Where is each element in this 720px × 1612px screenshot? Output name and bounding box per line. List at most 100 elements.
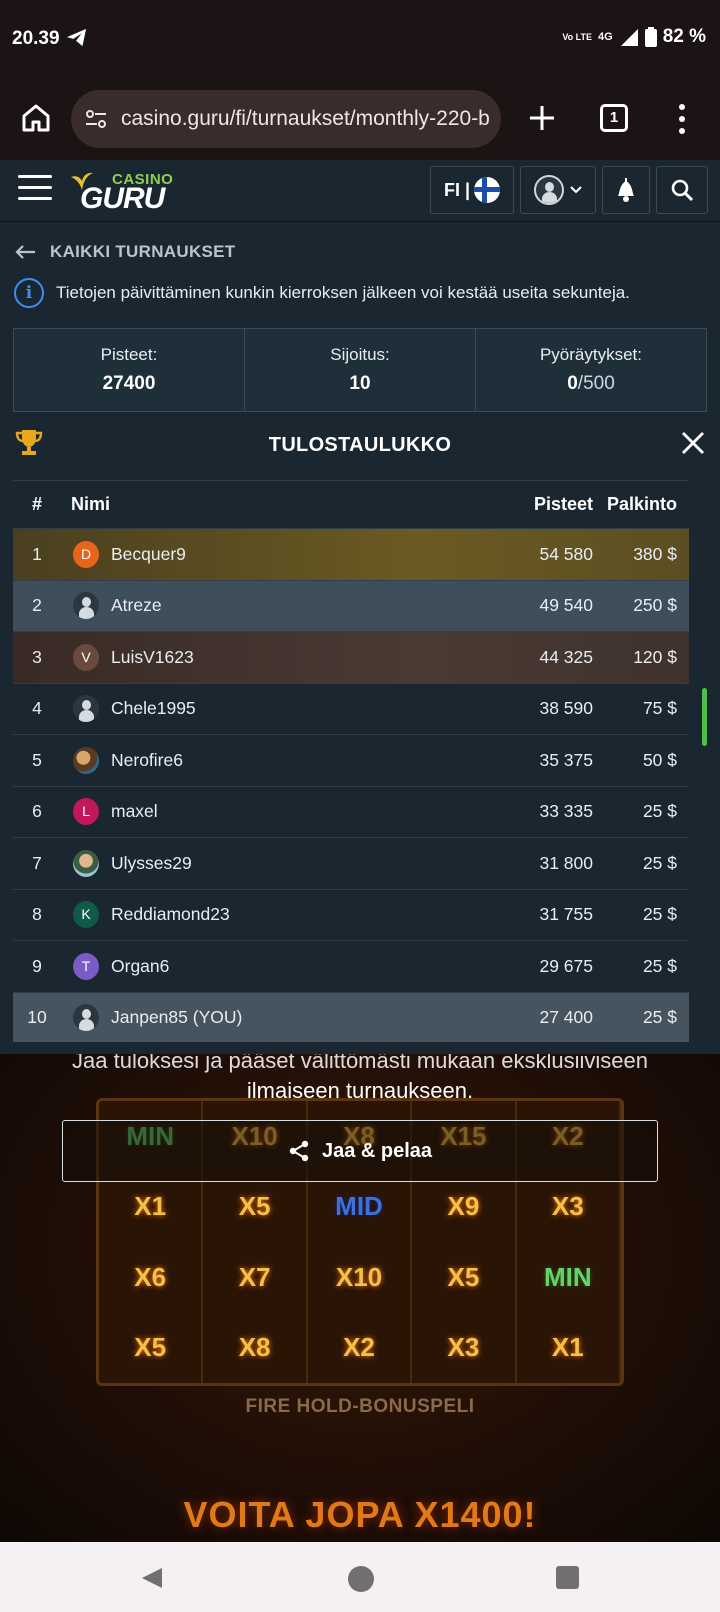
home-circle-icon[interactable] xyxy=(348,1566,374,1592)
stat-rank: Sijoitus: 10 xyxy=(245,329,476,411)
default-avatar-icon xyxy=(73,1004,99,1032)
feature-label: FIRE HOLD-BONUSPELI xyxy=(245,1396,475,1417)
reel-symbol: X5 xyxy=(412,1242,517,1313)
row-points: 44 325 xyxy=(539,646,593,667)
rank-value: 10 xyxy=(349,373,371,394)
table-row: 6 L maxel 33 335 25 $ xyxy=(13,785,689,838)
row-rank: 8 xyxy=(32,904,42,925)
user-menu-button[interactable] xyxy=(520,166,596,214)
finland-flag-icon xyxy=(474,177,501,203)
row-prize: 380 $ xyxy=(633,543,677,564)
reel-symbol: X5 xyxy=(99,1312,204,1383)
row-prize: 25 $ xyxy=(642,955,677,976)
reel-symbol: X1 xyxy=(517,1312,621,1383)
table-row: 3 V LuisV1623 44 325 120 $ xyxy=(13,631,689,683)
row-prize: 120 $ xyxy=(633,646,677,667)
hamburger-menu-icon[interactable] xyxy=(18,175,52,205)
search-button[interactable] xyxy=(656,166,708,214)
more-menu-icon[interactable] xyxy=(676,102,688,136)
url-text: casino.guru/fi/turnaukset/monthly-220-b xyxy=(121,107,490,130)
avatar-photo xyxy=(73,746,99,774)
avatar: L xyxy=(73,798,99,826)
promo-text-line2: ilmaiseen turnaukseen. xyxy=(246,1078,474,1103)
row-points: 38 590 xyxy=(539,698,593,719)
header-points: Pisteet xyxy=(533,494,593,514)
info-icon: i xyxy=(14,278,44,308)
row-name: Reddiamond23 xyxy=(111,904,230,925)
back-icon[interactable] xyxy=(140,1566,164,1590)
default-avatar-icon xyxy=(73,592,99,620)
reel-symbol: X3 xyxy=(412,1312,517,1383)
row-rank: 7 xyxy=(32,852,42,873)
telegram-icon xyxy=(67,28,87,47)
reel-symbol: X1 xyxy=(99,1171,204,1242)
back-to-tournaments-link[interactable]: KAIKKI TURNAUKSET xyxy=(14,242,235,262)
arrow-left-icon xyxy=(15,245,35,259)
user-avatar-icon xyxy=(534,175,564,205)
row-prize: 25 $ xyxy=(642,852,677,873)
promo-banner: MIN X10 X8 X15 X2 X1 X5 MID X9 X3 X6 X7 … xyxy=(0,1054,720,1542)
language-selector[interactable]: FI | xyxy=(430,166,514,214)
row-prize: 25 $ xyxy=(642,1007,677,1028)
row-prize: 25 $ xyxy=(642,904,677,925)
row-prize: 75 $ xyxy=(642,698,677,719)
casino-guru-logo[interactable]: CASINO GURU xyxy=(70,168,180,216)
reel-symbol: X5 xyxy=(203,1171,308,1242)
row-rank: 3 xyxy=(32,646,42,667)
promo-text-line1: Jaa tuloksesi ja pääset välittömästi muk… xyxy=(72,1054,648,1073)
row-rank: 10 xyxy=(27,1007,47,1028)
row-rank: 2 xyxy=(32,595,42,616)
stat-points: Pisteet: 27400 xyxy=(14,329,245,411)
table-row: 5 Nerofire6 35 375 50 $ xyxy=(13,734,689,786)
avatar: D xyxy=(73,540,99,568)
table-row: 8 K Reddiamond23 31 755 25 $ xyxy=(13,888,689,941)
row-rank: 1 xyxy=(32,543,42,564)
address-bar[interactable]: casino.guru/fi/turnaukset/monthly-220-b xyxy=(71,90,501,148)
share-and-play-button[interactable]: Jaa & pelaa xyxy=(62,1120,658,1182)
spins-total: /500 xyxy=(577,373,615,394)
spins-label: Pyöräytykset: xyxy=(539,345,643,364)
row-points: 35 375 xyxy=(539,749,593,770)
row-name: Atreze xyxy=(111,595,162,616)
system-nav-bar xyxy=(0,1542,720,1612)
row-prize: 250 $ xyxy=(633,595,677,616)
leaderboard-header: TULOSTAULUKKO xyxy=(0,416,720,472)
new-tab-icon[interactable] xyxy=(526,102,558,134)
reel-symbol: X9 xyxy=(412,1171,517,1242)
row-prize: 25 $ xyxy=(642,801,677,822)
row-name: LuisV1623 xyxy=(111,646,194,667)
tab-switcher-button[interactable]: 1 xyxy=(600,104,628,132)
table-row-current-user: 10 Janpen85 (YOU) 27 400 25 $ xyxy=(13,991,689,1042)
avatar: T xyxy=(73,952,99,980)
share-label: Jaa & pelaa xyxy=(321,1139,433,1162)
row-rank: 9 xyxy=(32,955,42,976)
search-icon xyxy=(671,179,694,202)
default-avatar-icon xyxy=(73,695,99,723)
close-icon[interactable] xyxy=(680,430,706,456)
reel-symbol: X10 xyxy=(308,1242,413,1313)
header-prize: Palkinto xyxy=(606,494,677,514)
recents-icon[interactable] xyxy=(556,1566,579,1589)
notifications-button[interactable] xyxy=(602,166,650,214)
row-rank: 4 xyxy=(32,698,42,719)
spins-value: 0/500 xyxy=(476,373,706,395)
volte-indicator: Vo LTE xyxy=(562,31,592,42)
tournament-panel: KAIKKI TURNAUKSET i Tietojen päivittämin… xyxy=(0,222,720,1054)
row-rank: 6 xyxy=(32,801,42,822)
home-icon[interactable] xyxy=(20,102,52,134)
site-settings-icon[interactable] xyxy=(83,106,109,132)
scrollbar-thumb[interactable] xyxy=(702,688,707,746)
win-label: VOITA JOPA X1400! xyxy=(183,1494,537,1535)
row-points: 49 540 xyxy=(539,595,593,616)
reel-symbol: X8 xyxy=(203,1312,308,1383)
points-value: 27400 xyxy=(102,373,156,394)
spins-done: 0 xyxy=(567,373,578,394)
leaderboard-title: TULOSTAULUKKO xyxy=(268,434,452,456)
avatar: V xyxy=(73,643,99,671)
clock: 20.39 xyxy=(12,28,60,49)
avatar: K xyxy=(73,901,99,929)
reel-symbol: MID xyxy=(308,1171,413,1242)
status-icons: Vo LTE 4G 82 % xyxy=(562,26,706,48)
reel-symbol: MIN xyxy=(517,1242,621,1313)
language-code: FI | xyxy=(443,179,471,200)
